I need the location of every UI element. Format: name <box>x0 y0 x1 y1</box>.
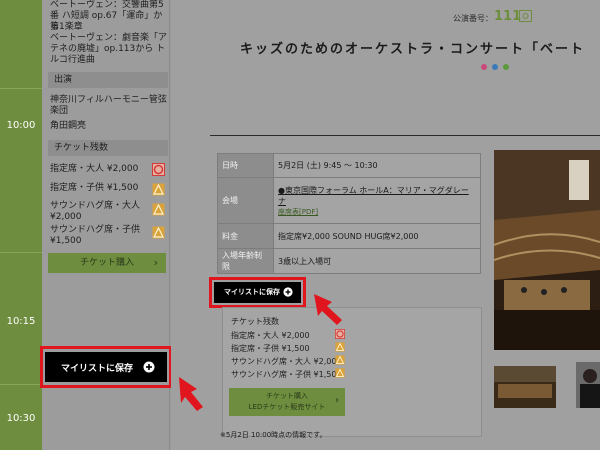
save-button-label: マイリストに保存 <box>224 288 280 296</box>
info-key: 日時 <box>217 153 274 178</box>
orchestra-image <box>494 366 556 408</box>
table-row: 日時 5月2日 (土) 9:45 〜 10:30 <box>217 153 481 178</box>
table-row: 会場 ●東京国際フォーラム ホールA：マリア・マグダレーナ 座席表[PDF] <box>217 177 481 224</box>
info-value: 指定席¥2,000 SOUND HUG席¥2,000 <box>273 223 481 249</box>
ticket-remaining-box: チケット残数 指定席・大人 ¥2,000 指定席・子供 ¥1,500 サウンドハ… <box>222 307 482 437</box>
arrow-annotation-icon <box>314 294 342 325</box>
performer-line: 神奈川フィルハーモニー管弦 <box>50 95 167 105</box>
ticket-row: 指定席・大人 ¥2,000 <box>50 164 139 174</box>
event-info-table: 日時 5月2日 (土) 9:45 〜 10:30 会場 ●東京国際フォーラム ホ… <box>217 153 481 274</box>
time-divider <box>0 88 42 89</box>
category-dot <box>503 64 509 70</box>
arrow-annotation-icon <box>179 377 203 411</box>
info-value: 5月2日 (土) 9:45 〜 10:30 <box>273 153 481 178</box>
concert-hall-image <box>494 150 600 350</box>
ticket-buy-label: チケット購入 <box>79 258 134 268</box>
ticket-row-price: ¥1,500 <box>50 236 82 246</box>
ticket-row: サウンドハグ席・大人 <box>50 201 141 211</box>
share-icon[interactable] <box>519 10 532 22</box>
ticket-row: サウンドハグ席・子供 ¥1,500 <box>231 370 342 379</box>
orchestra-thumbnail[interactable] <box>494 366 556 408</box>
conductor-thumbnail[interactable] <box>576 362 600 408</box>
triangle-status-icon <box>152 226 165 239</box>
program-line: ベートーヴェン：交響曲第5 <box>50 0 164 10</box>
performers-heading: 出演 <box>48 72 168 88</box>
circle-status-icon <box>335 329 345 339</box>
performer-line: 楽団 <box>50 106 69 116</box>
circle-status-icon <box>152 163 165 176</box>
seat-map-link[interactable]: 座席表[PDF] <box>278 207 476 217</box>
table-row: 料金 指定席¥2,000 SOUND HUG席¥2,000 <box>217 223 481 249</box>
program-line: ルコ行進曲 <box>50 55 95 65</box>
ticket-buy-button[interactable]: チケット購入 › <box>48 253 166 273</box>
info-key: 会場 <box>217 177 274 224</box>
time-column: 10:00 10:15 10:30 <box>0 0 42 450</box>
save-to-mylist-button[interactable]: マイリストに保存 <box>45 352 167 382</box>
event-title: キッズのためのオーケストラ・コンサート「ベート <box>240 42 586 57</box>
performance-number: 111 <box>494 9 522 24</box>
program-line: 第1楽章 <box>50 22 83 32</box>
conductor-image <box>576 362 600 408</box>
info-key: 料金 <box>217 223 274 249</box>
triangle-status-icon <box>152 183 165 196</box>
performance-number-label: 公演番号： <box>453 14 493 23</box>
ticket-row-price: ¥2,000 <box>50 212 82 222</box>
triangle-status-icon <box>335 342 345 352</box>
led-site-label: LEDチケット販売サイト <box>248 403 326 411</box>
ticket-row: サウンドハグ席・大人 ¥2,000 <box>231 357 342 366</box>
time-divider <box>0 384 42 385</box>
led-ticket-buy-button[interactable]: チケット購入 LEDチケット販売サイト › <box>229 388 345 416</box>
table-row: 入場年齢制限 3歳以上入場可 <box>217 248 481 274</box>
time-label-1015: 10:15 <box>6 316 36 327</box>
program-line: ベートーヴェン：劇音楽「ア <box>50 33 168 43</box>
category-dot <box>492 64 498 70</box>
venue-link[interactable]: ●東京国際フォーラム ホールA：マリア・マグダレーナ <box>278 185 476 207</box>
save-button-label: マイリストに保存 <box>61 364 134 374</box>
tickets-heading: チケット残数 <box>231 317 279 326</box>
triangle-status-icon <box>335 368 345 378</box>
concert-hall-photo <box>494 150 600 350</box>
category-dot <box>481 64 487 70</box>
plus-circle-icon <box>283 287 293 297</box>
ticket-row: 指定席・子供 ¥1,500 <box>50 183 139 193</box>
chevron-right-icon: › <box>335 395 339 406</box>
title-divider <box>210 135 600 136</box>
info-value-cell: ●東京国際フォーラム ホールA：マリア・マグダレーナ 座席表[PDF] <box>273 177 481 224</box>
triangle-status-icon <box>335 355 345 365</box>
led-buy-label: チケット購入 <box>266 392 308 400</box>
plus-circle-icon <box>143 361 155 373</box>
time-label-1030: 10:30 <box>6 413 36 424</box>
info-key: 入場年齢制限 <box>217 248 274 274</box>
ticket-row: 指定席・子供 ¥1,500 <box>231 344 310 353</box>
info-footnote: ※5月2日 10:00時点の情報です。 <box>220 431 327 439</box>
time-divider <box>0 252 42 253</box>
chevron-right-icon: › <box>153 256 158 269</box>
ticket-row: サウンドハグ席・子供 <box>50 225 141 235</box>
time-label-1000: 10:00 <box>6 120 36 131</box>
info-value: 3歳以上入場可 <box>273 248 481 274</box>
ticket-row: 指定席・大人 ¥2,000 <box>231 331 310 340</box>
tickets-heading: チケット残数 <box>48 140 168 156</box>
save-to-mylist-button[interactable]: マイリストに保存 <box>214 282 301 303</box>
triangle-status-icon <box>152 203 165 216</box>
program-line: テネの廃墟」op.113から ト <box>50 44 166 54</box>
performer-line: 角田鋼亮 <box>50 121 87 131</box>
